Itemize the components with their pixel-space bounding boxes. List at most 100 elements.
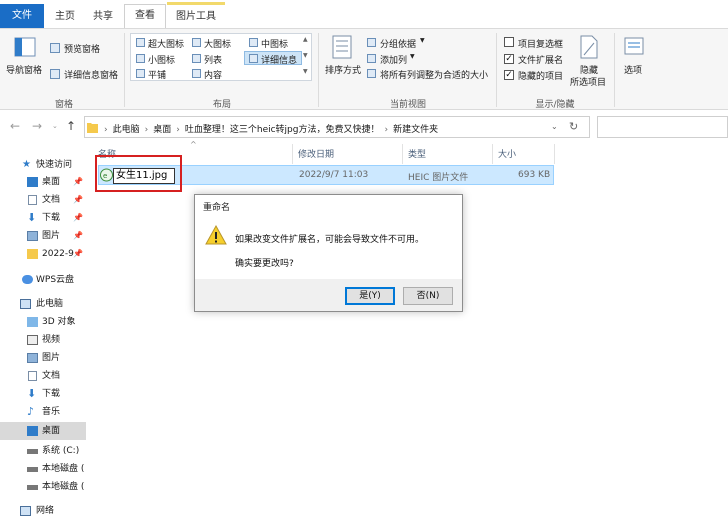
nav-pane-label: 导航窗格 xyxy=(6,66,43,76)
nav-documents-2[interactable]: 文档 xyxy=(0,367,86,385)
nav-documents[interactable]: 文档 📌 xyxy=(0,191,86,209)
nav-3d-objects[interactable]: 3D 对象 xyxy=(0,313,86,331)
layout-extra-large[interactable]: 超大图标 xyxy=(148,37,184,50)
add-columns-button[interactable]: 添加列 xyxy=(380,53,407,66)
nav-label: 网络 xyxy=(36,506,55,516)
yes-button[interactable]: 是(Y) xyxy=(345,287,395,305)
layout-medium[interactable]: 中图标 xyxy=(261,37,288,50)
column-header-date[interactable]: 修改日期 xyxy=(298,147,334,160)
nav-system-c[interactable]: 系统 (C:) xyxy=(0,442,86,460)
pin-icon: 📌 xyxy=(73,213,83,222)
layout-details[interactable]: 详细信息 xyxy=(261,53,297,66)
tab-file[interactable]: 文件 xyxy=(0,4,44,28)
list-icon xyxy=(192,54,201,63)
expand-gallery-icon[interactable]: ▼ xyxy=(303,68,308,75)
breadcrumb-item[interactable]: 桌面 xyxy=(153,125,171,135)
column-divider[interactable] xyxy=(402,144,403,164)
breadcrumb-item[interactable]: 新建文件夹 xyxy=(393,125,438,135)
breadcrumb-separator-icon: › xyxy=(384,125,389,135)
download-icon: ⬇ xyxy=(27,387,37,400)
nav-videos[interactable]: 视频 xyxy=(0,331,86,349)
column-divider[interactable] xyxy=(492,144,493,164)
file-extensions-checkbox[interactable]: ✓ xyxy=(504,54,514,64)
back-arrow-icon[interactable]: ← xyxy=(10,119,20,133)
nav-desktop[interactable]: 桌面 📌 xyxy=(0,173,86,191)
nav-pane-icon xyxy=(14,37,36,57)
tab-picture-tools[interactable]: 图片工具 xyxy=(168,6,224,28)
nav-folder-2022[interactable]: 2022-9 📌 xyxy=(0,245,86,263)
hidden-items-label: 隐藏的项目 xyxy=(518,72,564,82)
tab-view[interactable]: 查看 xyxy=(124,4,166,28)
file-size: 693 KB xyxy=(518,170,551,180)
layout-list[interactable]: 列表 xyxy=(204,53,222,66)
layout-gallery-scroll[interactable]: ▲ ▼ ▼ xyxy=(302,34,311,80)
recent-locations-icon[interactable]: ⌄ xyxy=(52,122,58,130)
nav-music[interactable]: ♪ 音乐 xyxy=(0,403,86,421)
column-divider[interactable] xyxy=(554,144,555,164)
hidden-items-checkbox[interactable]: ✓ xyxy=(504,70,514,80)
layout-small[interactable]: 小图标 xyxy=(148,53,175,66)
layout-large[interactable]: 大图标 xyxy=(204,37,231,50)
scroll-down-icon[interactable]: ▼ xyxy=(303,52,308,59)
nav-downloads[interactable]: ⬇ 下载 📌 xyxy=(0,209,86,227)
size-columns-button[interactable]: 将所有列调整为合适的大小 xyxy=(380,68,488,81)
up-arrow-icon[interactable]: ↑ xyxy=(66,119,76,133)
hide-selected-label-2: 所选项目 xyxy=(570,78,607,88)
address-bar[interactable]: › 此电脑 › 桌面 › 吐血整理！这三个heic转jpg方法，免费又快捷！ › 新建文件夹 … xyxy=(84,116,590,138)
details-pane-icon xyxy=(50,69,60,79)
content-icon xyxy=(192,69,201,78)
dialog-question: 确实要更改吗? xyxy=(235,259,294,269)
column-header-type[interactable]: 类型 xyxy=(408,147,426,160)
nav-quick-access[interactable]: ★ 快速访问 xyxy=(0,156,86,174)
address-dropdown-icon[interactable]: ⌄ xyxy=(551,122,558,131)
nav-local-disk-2[interactable]: 本地磁盘 ( xyxy=(0,478,86,496)
pin-icon: 📌 xyxy=(73,195,83,204)
layout-tiles[interactable]: 平铺 xyxy=(148,68,166,81)
group-by-dropdown-icon: ▼ xyxy=(420,37,425,44)
nav-wps-cloud[interactable]: WPS云盘 xyxy=(0,271,86,289)
pictures-icon xyxy=(27,231,38,241)
dialog-message: 如果改变文件扩展名，可能会导致文件不可用。 xyxy=(235,235,425,245)
breadcrumb-separator-icon: › xyxy=(144,125,149,135)
nav-local-disk-1[interactable]: 本地磁盘 ( xyxy=(0,460,86,478)
group-by-button[interactable]: 分组依据 xyxy=(380,37,416,50)
breadcrumb-item[interactable]: 吐血整理！这三个heic转jpg方法，免费又快捷！ xyxy=(185,125,380,135)
dialog-title: 重命名 xyxy=(203,203,231,213)
cloud-icon xyxy=(22,275,33,284)
nav-desktop-2[interactable]: 桌面 xyxy=(0,422,86,440)
column-divider[interactable] xyxy=(292,144,293,164)
item-checkboxes-checkbox[interactable] xyxy=(504,37,514,47)
breadcrumb-item[interactable]: 此电脑 xyxy=(113,125,140,135)
nav-label: 文档 xyxy=(42,371,61,381)
nav-network[interactable]: 网络 xyxy=(0,502,86,520)
scroll-up-icon[interactable]: ▲ xyxy=(303,36,308,43)
nav-label: 文档 xyxy=(42,195,61,205)
nav-label: 快速访问 xyxy=(36,160,73,170)
drive-icon xyxy=(27,449,38,454)
column-header-size[interactable]: 大小 xyxy=(498,147,516,160)
drive-icon xyxy=(27,467,38,472)
large-icons-icon xyxy=(192,38,201,47)
pin-icon: 📌 xyxy=(73,177,83,186)
nav-label: 此电脑 xyxy=(36,299,64,309)
breadcrumb: › 此电脑 › 桌面 › 吐血整理！这三个heic转jpg方法，免费又快捷！ › 新建文件夹 xyxy=(99,122,438,135)
nav-this-pc[interactable]: 此电脑 xyxy=(0,295,86,313)
nav-label: 视频 xyxy=(42,335,61,345)
tab-home[interactable]: 主页 xyxy=(48,6,82,28)
address-row: ← → ⌄ ↑ › 此电脑 › 桌面 › 吐血整理！这三个heic转jpg方法，免费又快捷… xyxy=(0,112,728,140)
breadcrumb-separator-icon: › xyxy=(104,125,108,135)
nav-pictures[interactable]: 图片 📌 xyxy=(0,227,86,245)
no-button[interactable]: 否(N) xyxy=(403,287,453,305)
preview-pane-label: 预览窗格 xyxy=(64,45,101,55)
sort-by-label: 排序方式 xyxy=(325,66,362,76)
nav-downloads-2[interactable]: ⬇ 下载 xyxy=(0,385,86,403)
details-icon xyxy=(249,54,258,63)
nav-pictures-2[interactable]: 图片 xyxy=(0,349,86,367)
ribbon-divider xyxy=(318,33,319,107)
layout-content[interactable]: 内容 xyxy=(204,68,222,81)
forward-arrow-icon[interactable]: → xyxy=(32,119,42,133)
computer-icon xyxy=(20,299,31,309)
tab-share[interactable]: 共享 xyxy=(86,6,120,28)
search-input[interactable] xyxy=(597,116,728,138)
refresh-icon[interactable]: ↻ xyxy=(569,120,578,133)
